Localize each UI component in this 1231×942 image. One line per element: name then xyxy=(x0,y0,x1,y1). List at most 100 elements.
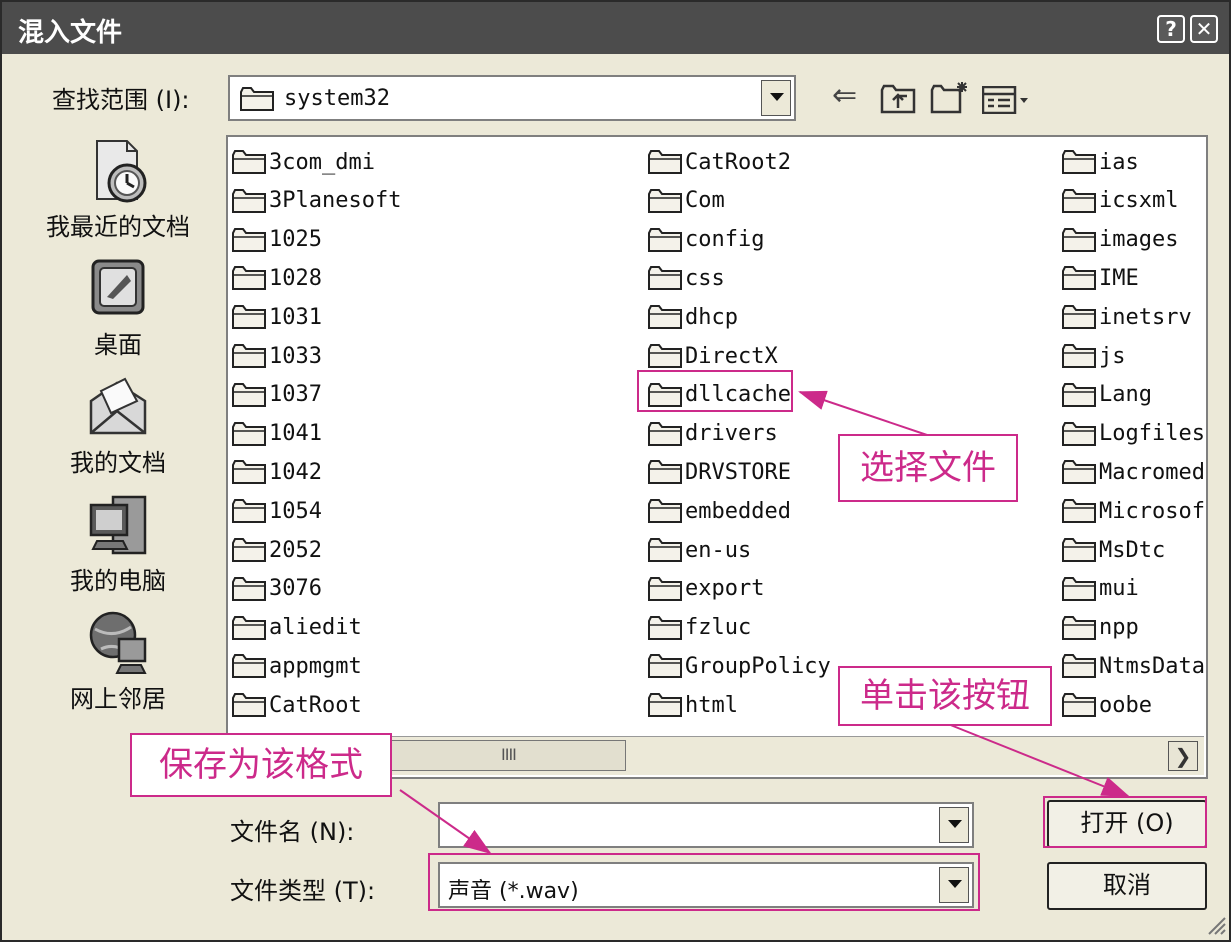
folder-item[interactable]: Lang xyxy=(1062,378,1152,412)
folder-item[interactable]: CatRoot2 xyxy=(648,145,791,179)
folder-name: embedded xyxy=(685,498,791,524)
folder-item[interactable]: 1031 xyxy=(232,300,322,334)
thumb-grip: IIII xyxy=(501,745,517,764)
folder-item[interactable]: drivers xyxy=(648,417,778,451)
folder-item[interactable]: DirectX xyxy=(648,339,778,373)
desktop-icon xyxy=(87,255,149,325)
place-desktop[interactable]: 桌面 xyxy=(22,255,214,360)
folder-name: inetsrv xyxy=(1099,304,1192,330)
folder-item[interactable]: Logfiles xyxy=(1062,417,1205,451)
folder-item[interactable]: 1041 xyxy=(232,417,322,451)
folder-item[interactable]: 3076 xyxy=(232,572,322,606)
folder-item[interactable]: 1033 xyxy=(232,339,322,373)
folder-item[interactable]: DRVSTORE xyxy=(648,455,791,489)
folder-item[interactable]: aliedit xyxy=(232,611,362,645)
folder-item[interactable]: npp xyxy=(1062,611,1139,645)
folder-item[interactable]: 1042 xyxy=(232,455,322,489)
folder-item[interactable]: 1037 xyxy=(232,378,322,412)
folder-name: IME xyxy=(1099,265,1139,291)
folder-item[interactable]: inetsrv xyxy=(1062,300,1192,334)
folder-name: 3Planesoft xyxy=(269,188,402,214)
folder-icon xyxy=(648,188,682,213)
folder-name: config xyxy=(685,227,765,253)
folder-item[interactable]: embedded xyxy=(648,494,791,528)
folder-icon xyxy=(648,227,682,252)
back-arrow-icon[interactable]: ⇐ xyxy=(832,78,857,113)
up-folder-icon[interactable] xyxy=(880,84,916,114)
folder-name: icsxml xyxy=(1099,188,1179,214)
folder-item[interactable]: appmgmt xyxy=(232,649,362,683)
place-recent-documents[interactable]: 我最近的文档 xyxy=(22,137,214,242)
folder-name: CatRoot2 xyxy=(685,149,791,175)
folder-item[interactable]: NtmsData xyxy=(1062,649,1205,683)
folder-icon xyxy=(232,615,266,640)
place-label: 网上邻居 xyxy=(70,685,166,713)
folder-item[interactable]: css xyxy=(648,261,725,295)
folder-item[interactable]: 1025 xyxy=(232,223,322,257)
resize-grip-icon[interactable] xyxy=(1205,914,1227,936)
folder-item[interactable]: 1054 xyxy=(232,494,322,528)
folder-icon xyxy=(232,538,266,562)
folder-name: NtmsData xyxy=(1099,653,1205,679)
folder-icon xyxy=(1062,654,1096,679)
folder-item[interactable]: 1028 xyxy=(232,261,322,295)
folder-name: CatRoot xyxy=(269,692,362,718)
folder-name: MsDtc xyxy=(1099,537,1166,563)
folder-name: Macromed xyxy=(1099,459,1205,485)
lookin-combobox[interactable]: system32 xyxy=(228,75,796,121)
filename-dropdown-arrow[interactable] xyxy=(939,807,969,843)
folder-icon xyxy=(1062,150,1096,174)
folder-item[interactable]: 2052 xyxy=(232,533,322,567)
folder-item[interactable]: fzluc xyxy=(648,611,751,645)
folder-icon xyxy=(1062,421,1096,446)
scrollbar-thumb[interactable]: IIII xyxy=(390,740,626,771)
view-menu-icon[interactable] xyxy=(982,86,1032,114)
folder-item[interactable]: mui xyxy=(1062,572,1139,606)
folder-item[interactable]: Macromed xyxy=(1062,455,1205,489)
folder-item[interactable]: CatRoot xyxy=(232,688,362,722)
folder-icon xyxy=(1062,305,1096,330)
help-button[interactable]: ? xyxy=(1157,15,1185,43)
folder-icon xyxy=(648,499,682,524)
lookin-dropdown-arrow[interactable] xyxy=(761,80,791,116)
folder-name: appmgmt xyxy=(269,653,362,679)
title-bar[interactable]: 混入文件 ? ✕ xyxy=(2,2,1229,54)
file-list[interactable]: oobe NtmsData npp mui MsDtc Microsof Macromed L… xyxy=(226,135,1208,779)
folder-icon xyxy=(232,266,266,291)
filename-label: 文件名 (N): xyxy=(230,818,355,846)
folder-item[interactable]: IME xyxy=(1062,261,1139,295)
place-my-documents[interactable]: 我的文档 xyxy=(22,373,214,478)
folder-item[interactable]: dhcp xyxy=(648,300,738,334)
folder-item[interactable]: icsxml xyxy=(1062,184,1178,218)
folder-item[interactable]: Microsof xyxy=(1062,494,1205,528)
folder-icon xyxy=(648,344,682,368)
place-my-computer[interactable]: 我的电脑 xyxy=(22,491,214,596)
folder-item[interactable]: GroupPolicy xyxy=(648,649,831,683)
folder-item[interactable]: oobe xyxy=(1062,688,1152,722)
folder-icon xyxy=(240,87,274,111)
folder-item[interactable]: config xyxy=(648,223,764,257)
folder-icon xyxy=(232,693,266,718)
folder-item[interactable]: MsDtc xyxy=(1062,533,1165,567)
cancel-button[interactable]: 取消 xyxy=(1047,862,1207,910)
folder-item[interactable]: html xyxy=(648,688,738,722)
folder-item[interactable]: export xyxy=(648,572,764,606)
window-title: 混入文件 xyxy=(18,18,123,48)
folder-item[interactable]: js xyxy=(1062,339,1126,373)
filename-combobox[interactable] xyxy=(438,802,974,848)
folder-name: DRVSTORE xyxy=(685,459,791,485)
folder-item[interactable]: 3Planesoft xyxy=(232,184,401,218)
scroll-right-button[interactable]: ❯ xyxy=(1168,741,1198,771)
folder-item[interactable]: Com xyxy=(648,184,725,218)
folder-item[interactable]: 3com_dmi xyxy=(232,145,375,179)
folder-icon xyxy=(1062,460,1096,485)
folder-name: dhcp xyxy=(685,304,738,330)
folder-item[interactable]: images xyxy=(1062,223,1178,257)
new-folder-icon[interactable] xyxy=(930,80,970,114)
place-network[interactable]: 网上邻居 xyxy=(22,609,214,714)
folder-item[interactable]: ias xyxy=(1062,145,1139,179)
folder-icon xyxy=(232,305,266,330)
folder-icon xyxy=(232,150,266,174)
folder-item[interactable]: en-us xyxy=(648,533,751,567)
close-button[interactable]: ✕ xyxy=(1190,15,1218,43)
